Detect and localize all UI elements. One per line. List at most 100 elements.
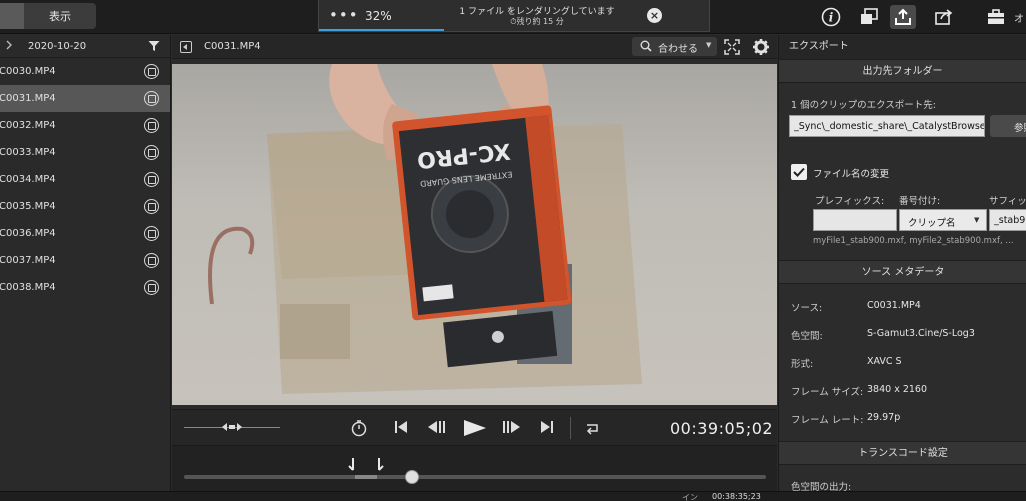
clip-status-icon[interactable]: [144, 199, 159, 214]
skip-to-start-icon[interactable]: [394, 420, 408, 437]
cancel-render-icon[interactable]: ×: [647, 8, 662, 23]
timer-icon[interactable]: [350, 419, 368, 440]
destination-label: 1 個のクリップのエクスポート先:: [791, 100, 936, 111]
clip-filename: C0032.MP4: [0, 120, 56, 131]
clip-filename: C0036.MP4: [0, 228, 56, 239]
clip-filename: C0033.MP4: [0, 147, 56, 158]
date-group-label[interactable]: 2020-10-20: [28, 41, 86, 52]
suffix-value: _stab900: [994, 215, 1026, 226]
search-icon: [640, 40, 652, 52]
metadata-label: 色空間:: [791, 331, 823, 342]
clip-status-icon[interactable]: [144, 253, 159, 268]
rename-checkbox[interactable]: [791, 164, 807, 180]
metadata-label: フレーム レート:: [791, 415, 864, 426]
collapse-panel-icon[interactable]: [180, 41, 192, 53]
suffix-input[interactable]: _stab900: [989, 209, 1026, 231]
video-preview[interactable]: XC-PRO EXTREME LENS GUARD: [172, 64, 777, 405]
metadata-label: フレーム サイズ:: [791, 387, 864, 398]
options-label[interactable]: オ: [1014, 10, 1024, 25]
metadata-value: C0031.MP4: [867, 300, 921, 311]
viewer-filename: C0031.MP4: [204, 41, 261, 52]
playhead-handle[interactable]: [405, 470, 419, 484]
jog-handle-icon[interactable]: [221, 420, 243, 437]
in-point-label: イン: [682, 493, 698, 501]
toolbox-icon[interactable]: [983, 5, 1009, 29]
numbering-value: クリップ名: [908, 218, 956, 229]
out-point-marker-icon[interactable]: [374, 458, 384, 477]
playhead-timecode: 00:39:05;02: [670, 419, 774, 438]
colorspace-output-label: 色空間の出力:: [791, 482, 852, 491]
in-point-timecode: 00:38:35;23: [712, 492, 761, 501]
svg-text:i: i: [829, 11, 834, 25]
timeline-scrubber[interactable]: [172, 445, 777, 491]
clip-list-item[interactable]: C0036.MP4: [0, 220, 170, 247]
clip-list-item[interactable]: C0035.MP4: [0, 193, 170, 220]
clip-status-icon[interactable]: [144, 64, 159, 79]
video-frame-image: XC-PRO EXTREME LENS GUARD: [172, 64, 777, 405]
prefix-label: プレフィックス:: [815, 196, 885, 207]
clip-list-item[interactable]: C0032.MP4: [0, 112, 170, 139]
gear-icon[interactable]: [752, 38, 770, 59]
clip-list-panel: 2020-10-20 C0030.MP4 C0031.MP4 C0032.MP4 C0…: [0, 35, 171, 491]
metadata-value: 29.97p: [867, 412, 901, 423]
clip-list-item[interactable]: C0037.MP4: [0, 247, 170, 274]
clip-list-item[interactable]: C0031.MP4: [0, 85, 170, 112]
clip-filename: C0035.MP4: [0, 201, 56, 212]
browse-button[interactable]: 参照: [990, 115, 1026, 137]
clip-list-item[interactable]: C0033.MP4: [0, 139, 170, 166]
zoom-dropdown[interactable]: 合わせる ▼: [632, 37, 717, 56]
export-panel-title: エクスポート: [779, 35, 1026, 59]
metadata-value: 3840 x 2160: [867, 384, 928, 395]
top-toolbar: 表示 ••• 32% 1 ファイル をレンダリングしています ⏱残り約 15 分…: [0, 0, 1026, 34]
metadata-label: ソース:: [791, 303, 823, 314]
view-button[interactable]: 表示: [24, 3, 96, 29]
clip-list-item[interactable]: C0034.MP4: [0, 166, 170, 193]
clip-status-icon[interactable]: [144, 118, 159, 133]
clip-filename: C0034.MP4: [0, 174, 56, 185]
divider: [570, 417, 571, 439]
clip-items: C0030.MP4 C0031.MP4 C0032.MP4 C0033.MP4 C003…: [0, 58, 170, 301]
copy-icon[interactable]: [856, 5, 882, 29]
clip-list-header: 2020-10-20: [0, 35, 170, 58]
clip-status-icon[interactable]: [144, 91, 159, 106]
clip-status-icon[interactable]: [144, 172, 159, 187]
clip-status-icon[interactable]: [144, 226, 159, 241]
numbering-label: 番号付け:: [899, 196, 941, 207]
filter-icon[interactable]: [148, 40, 160, 55]
view-mode-button-left[interactable]: [0, 3, 24, 29]
transcode-section-header[interactable]: トランスコード設定: [779, 441, 1026, 465]
clip-filename: C0038.MP4: [0, 282, 56, 293]
browse-button-label: 参照: [1014, 123, 1026, 134]
source-metadata-section-header[interactable]: ソース メタデータ: [779, 260, 1026, 284]
clip-status-icon[interactable]: [144, 280, 159, 295]
info-icon[interactable]: i: [818, 5, 844, 29]
chevron-down-icon: ▼: [706, 41, 712, 49]
checkmark-icon: [793, 167, 805, 177]
prefix-input[interactable]: [813, 209, 897, 231]
loop-icon[interactable]: [584, 420, 600, 439]
clip-list-item[interactable]: C0030.MP4: [0, 58, 170, 85]
bottom-strip: イン 00:38:35;23: [0, 491, 1026, 501]
clip-filename: C0030.MP4: [0, 66, 56, 77]
in-point-marker-icon[interactable]: [348, 458, 358, 477]
share-icon[interactable]: [931, 5, 957, 29]
play-button-icon[interactable]: [462, 419, 488, 440]
zoom-label: 合わせる: [658, 44, 698, 55]
chevron-down-icon: ▼: [974, 216, 980, 224]
timeline-track[interactable]: [184, 475, 766, 479]
export-panel: エクスポート 出力先フォルダー 1 個のクリップのエクスポート先: _Sync\…: [778, 35, 1026, 491]
destination-path-field[interactable]: _Sync\_domestic_share\_CatalystBrowse: [789, 115, 985, 137]
render-percent: 32%: [365, 9, 392, 23]
export-icon[interactable]: [890, 5, 916, 29]
fullscreen-icon[interactable]: [724, 39, 740, 58]
chevron-right-icon[interactable]: [4, 40, 18, 53]
step-back-icon[interactable]: [426, 420, 446, 437]
destination-section-header[interactable]: 出力先フォルダー: [779, 59, 1026, 83]
clip-status-icon[interactable]: [144, 145, 159, 160]
skip-to-end-icon[interactable]: [540, 420, 554, 437]
transport-bar: 00:39:05;02: [172, 409, 777, 445]
numbering-select[interactable]: クリップ名 ▼: [899, 209, 987, 231]
step-forward-icon[interactable]: [502, 420, 522, 437]
clip-list-item[interactable]: C0038.MP4: [0, 274, 170, 301]
render-menu-icon[interactable]: •••: [329, 6, 359, 24]
